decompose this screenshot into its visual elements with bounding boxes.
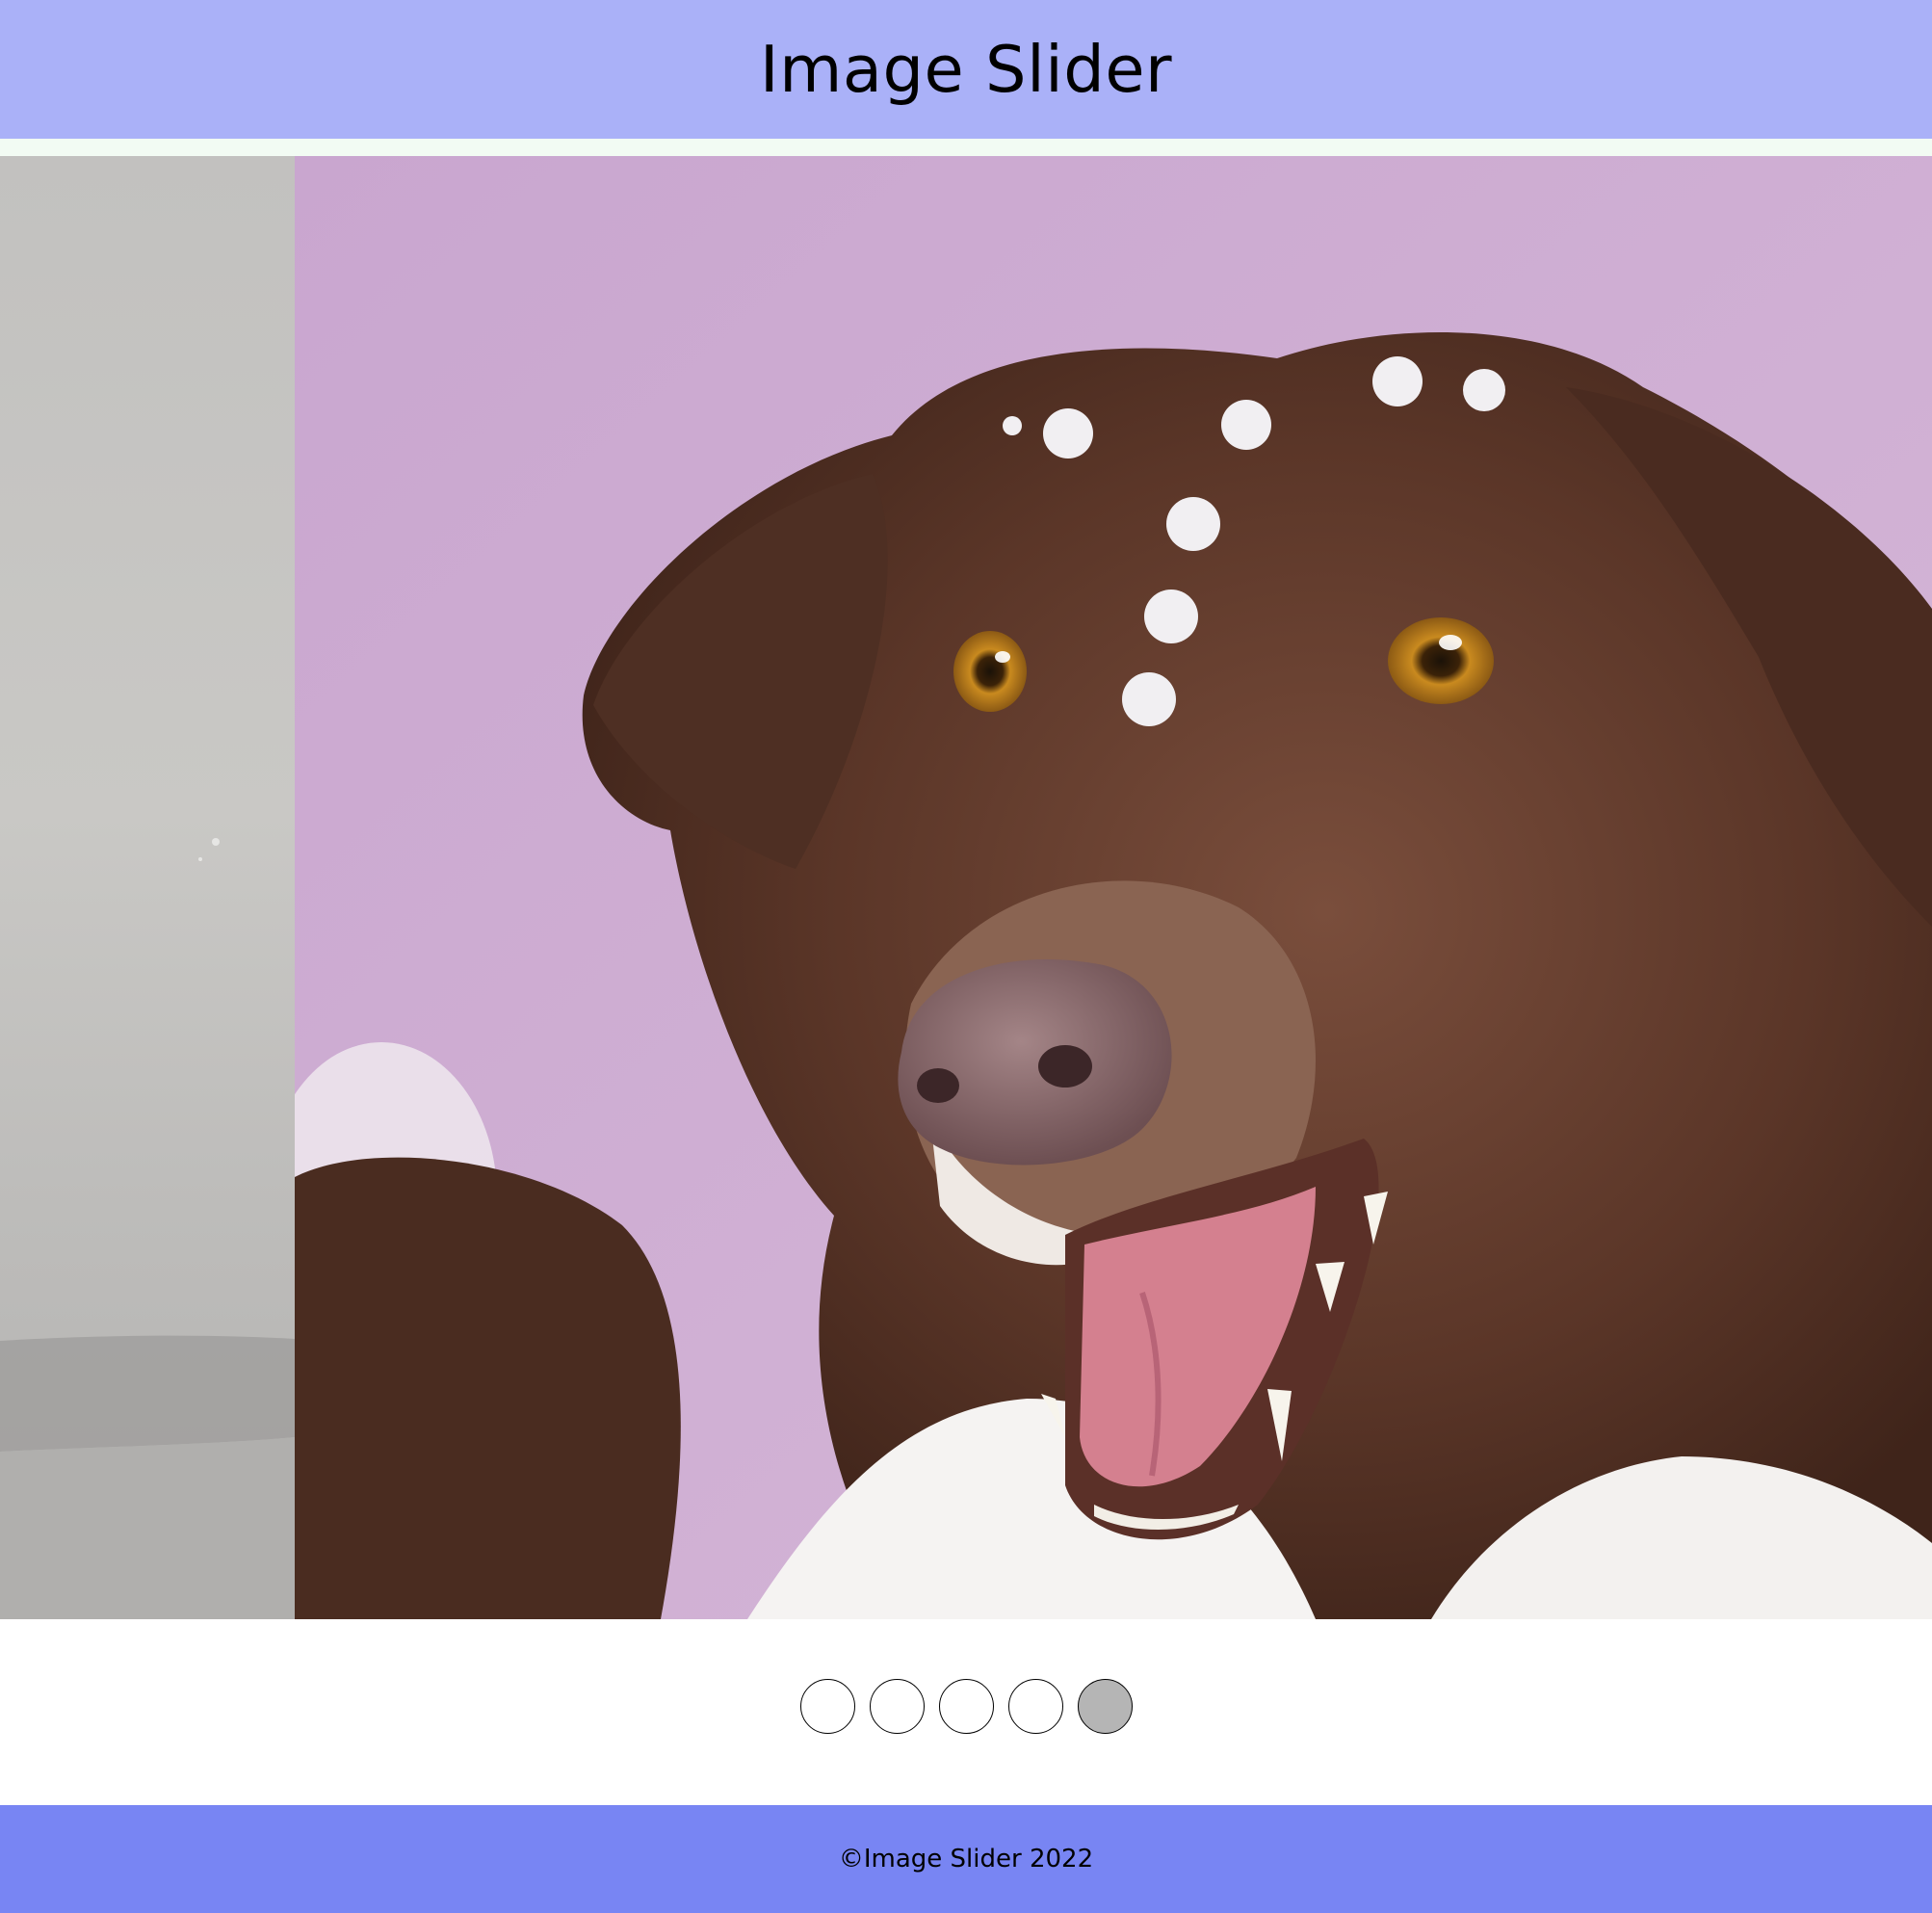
slider-dot-1[interactable] (799, 1679, 855, 1734)
page-title: Image Slider (759, 32, 1173, 107)
slider-dot-3[interactable] (938, 1679, 994, 1734)
page-footer: ©Image Slider 2022 (0, 1805, 1932, 1913)
slide-current-image (295, 156, 1932, 1619)
page-header: Image Slider (0, 0, 1932, 139)
slider-dots (0, 1679, 1932, 1734)
slider-dot-2[interactable] (869, 1679, 925, 1734)
slider-dot-4[interactable] (1007, 1679, 1063, 1734)
copyright-text: ©Image Slider 2022 (838, 1845, 1094, 1874)
header-divider (0, 139, 1932, 156)
slider-dot-5[interactable] (1077, 1679, 1133, 1734)
slide-previous-image (0, 156, 295, 1619)
image-slider[interactable] (0, 156, 1932, 1619)
